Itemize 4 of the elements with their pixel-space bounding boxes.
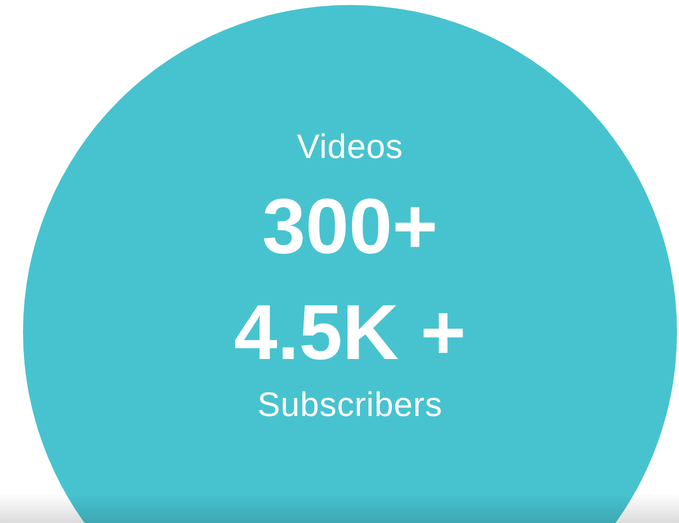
subscribers-count: 4.5K + xyxy=(234,287,466,377)
videos-count: 300+ xyxy=(262,181,438,271)
subscribers-label: Subscribers xyxy=(257,385,442,425)
videos-label: Videos xyxy=(296,127,404,167)
